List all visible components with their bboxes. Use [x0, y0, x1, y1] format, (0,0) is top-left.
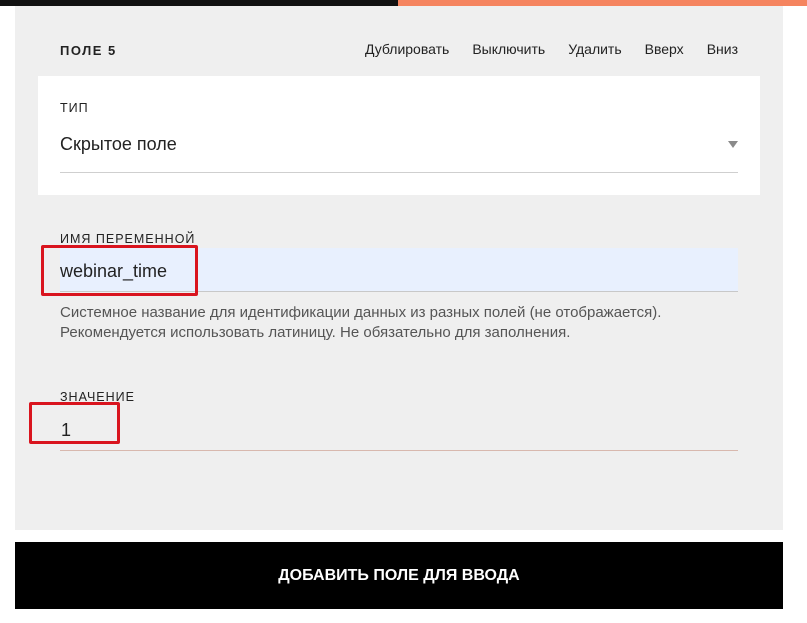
disable-action[interactable]: Выключить — [472, 41, 545, 57]
type-label: ТИП — [60, 101, 89, 115]
variable-name-value: webinar_time — [60, 261, 168, 281]
variable-name-hint: Системное название для идентификации дан… — [60, 303, 750, 343]
field-title: ПОЛЕ 5 — [60, 43, 117, 58]
chevron-down-icon — [728, 141, 738, 148]
value-text: 1 — [61, 420, 72, 440]
duplicate-action[interactable]: Дублировать — [365, 41, 449, 57]
move-down-action[interactable]: Вниз — [707, 41, 738, 57]
hint-line-1: Системное название для идентификации дан… — [60, 304, 662, 321]
type-select[interactable]: Скрытое поле — [60, 128, 738, 173]
add-input-field-button[interactable]: ДОБАВИТЬ ПОЛЕ ДЛЯ ВВОДА — [15, 542, 783, 609]
value-label: ЗНАЧЕНИЕ — [60, 390, 135, 404]
variable-name-label: ИМЯ ПЕРЕМЕННОЙ — [60, 232, 196, 246]
move-up-action[interactable]: Вверх — [645, 41, 684, 57]
hint-line-2: Рекомендуется использовать латиницу. Не … — [60, 324, 571, 341]
type-selected-value: Скрытое поле — [60, 134, 177, 154]
field-actions: Дублировать Выключить Удалить Вверх Вниз — [365, 41, 738, 57]
value-input[interactable]: 1 — [60, 406, 738, 451]
delete-action[interactable]: Удалить — [568, 41, 621, 57]
